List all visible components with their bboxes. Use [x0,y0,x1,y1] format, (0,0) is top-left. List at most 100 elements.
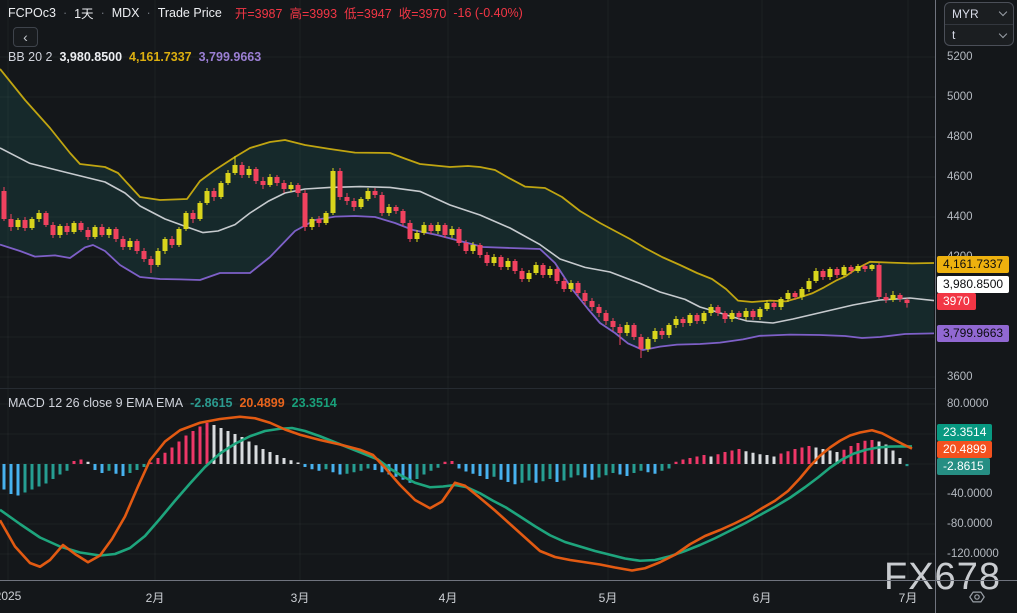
candle [408,220,413,242]
candle [492,254,497,266]
macd-histogram-bar [304,464,307,467]
price-axis-separator [935,0,936,613]
month-label: 5月 [599,589,618,606]
macd-histogram-bar [206,423,209,464]
macd-legend-row: MACD 12 26 close 9 EMA EMA -2.8615 20.48… [8,396,337,410]
unit-dropdown[interactable]: t [945,24,1013,45]
macd-histogram-bar [59,464,62,475]
macd-histogram-bar [38,464,41,487]
candle [821,269,826,280]
macd-histogram-bar [164,453,167,464]
trading-chart-app: FCPOc3 · 1天 · MDX · Trade Price 开=3987 高… [0,0,1017,613]
price-and-macd-chart-canvas[interactable] [0,0,936,580]
macd-histogram-bar [185,436,188,465]
price-axis[interactable]: 520050004800460044004200360080.0000-40.0… [936,0,1017,580]
low-value: 3947 [364,7,392,21]
macd-histogram-bar [66,464,69,471]
candle [324,211,329,225]
chevron-down-icon [999,8,1007,16]
candle [513,259,518,274]
macd-histogram-bar [262,449,265,464]
macd-histogram-bar [780,454,783,465]
macd-histogram-bar [129,464,132,473]
currency-value: MYR [952,7,979,21]
price-tick-label: 5200 [947,50,973,64]
macd-histogram-bar [269,452,272,464]
low-label: 低=3947 [344,3,392,22]
macd-histogram-bar [703,455,706,464]
macd-histogram-bar [318,464,321,471]
month-label: 4月 [439,589,458,606]
macd-histogram-bar [829,451,832,465]
macd-histogram-bar [17,464,20,496]
macd-histogram-bar [752,453,755,464]
candle [331,168,336,215]
candle [639,334,644,358]
macd-histogram-bar [479,464,482,476]
macd-histogram-bar [563,464,566,481]
symbol-legend-row: FCPOc3 · 1天 · MDX · Trade Price 开=3987 高… [8,3,523,22]
macd-histogram-bar [696,457,699,465]
macd-histogram-bar [906,464,909,466]
bb-legend-row: BB 20 2 3,980.8500 4,161.7337 3,799.9663 [8,50,261,64]
month-label: 2025 [0,589,21,603]
back-button[interactable]: ‹ [13,27,38,47]
macd-histogram-bar [535,464,538,483]
symbol-name: FCPOc3 [8,6,56,20]
macd-histogram-bar [101,464,104,473]
macd-histogram-bar [171,448,174,465]
candle [457,227,462,246]
time-axis[interactable]: 20252月3月4月5月6月7月 [0,581,935,613]
macd-histogram-bar [521,464,524,483]
macd-histogram-bar [738,449,741,464]
candle [219,181,224,199]
candle [198,201,203,221]
candle [485,252,490,266]
macd-histogram-bar [45,464,48,484]
candle [814,268,819,283]
pane-separator[interactable] [0,388,935,389]
macd-histogram-bar [668,464,671,469]
candle [478,243,483,258]
macd-tick-label: 80.0000 [947,397,989,411]
close-label: 收=3970 [399,3,447,22]
currency-dropdown[interactable]: MYR [945,3,1013,24]
macd-histogram-bar [794,449,797,464]
macd-histogram-bar [584,464,587,478]
macd-histogram-bar [416,464,419,479]
macd-histogram-bar [773,457,776,465]
macd-histogram-bar [647,464,650,472]
macd-histogram-bar [31,464,34,490]
price-badge: 3,980.8500 [937,276,1009,293]
macd-histogram-bar [157,458,160,464]
macd-histogram-bar [500,464,503,480]
open-value: 3987 [255,7,283,21]
macd-histogram-bar [353,464,356,472]
macd-histogram-bar [136,464,139,470]
macd-histogram-bar [878,442,881,465]
macd-histogram-bar [472,464,475,474]
macd-histogram-bar [542,464,545,481]
price-tick-label: 4800 [947,130,973,144]
macd-histogram-bar [689,458,692,464]
macd-histogram-bar [80,460,83,465]
high-label: 高=3993 [289,3,337,22]
candle [338,168,343,200]
macd-histogram-bar [374,464,377,470]
price-badge: 4,161.7337 [937,256,1009,273]
macd-histogram-bar [87,462,90,464]
macd-histogram-bar [290,460,293,464]
macd-histogram-bar [493,464,496,477]
macd-histogram-bar [570,464,573,478]
candle [44,211,49,227]
bb-basis-value: 3,980.8500 [59,50,122,64]
macd-histogram-bar [486,464,489,479]
macd-histogram-bar [661,464,664,471]
axis-settings-corner[interactable] [936,581,1017,613]
macd-histogram-bar [248,442,251,465]
macd-histogram-bar [766,455,769,464]
macd-histogram-bar [276,455,279,464]
candle [541,263,546,278]
macd-histogram-bar [864,441,867,464]
candle [527,270,532,282]
